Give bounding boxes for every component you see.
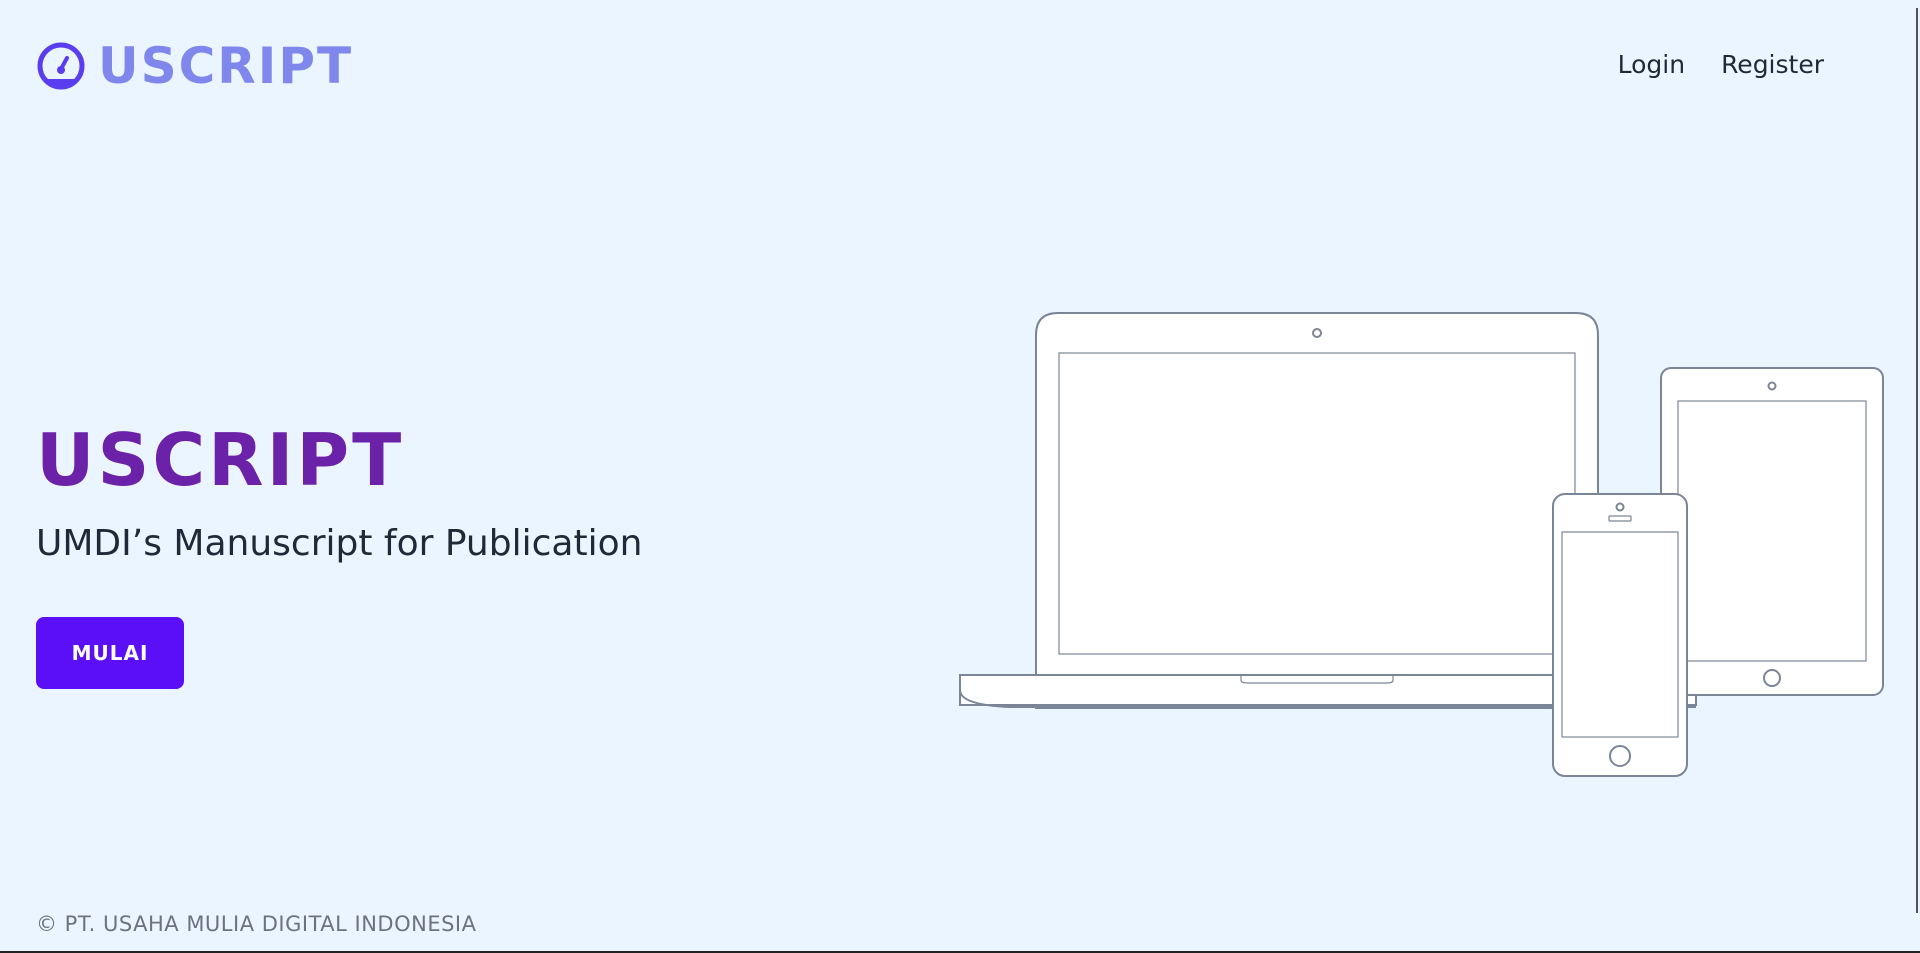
brand-name: USCRIPT <box>98 37 354 95</box>
tablet-illustration <box>1660 367 1884 696</box>
register-link[interactable]: Register <box>1721 50 1824 79</box>
landing-page: USCRIPT Login Register USCRIPT UMDI’s Ma… <box>0 0 1920 953</box>
scrollbar-thumb[interactable] <box>1916 8 1918 913</box>
speedometer-icon <box>37 42 85 90</box>
footer-copyright: © PT. USAHA MULIA DIGITAL INDONESIA <box>36 912 477 936</box>
login-link[interactable]: Login <box>1618 50 1685 79</box>
scrollbar[interactable] <box>1914 0 1920 953</box>
phone-illustration <box>1552 493 1688 777</box>
devices-illustration <box>959 312 1884 777</box>
top-nav: Login Register <box>1618 50 1824 79</box>
hero-subtitle: UMDI’s Manuscript for Publication <box>36 523 643 564</box>
hero-title: USCRIPT <box>36 418 405 502</box>
brand-logo-link[interactable]: USCRIPT <box>36 40 353 92</box>
start-button[interactable]: MULAI <box>36 617 184 689</box>
